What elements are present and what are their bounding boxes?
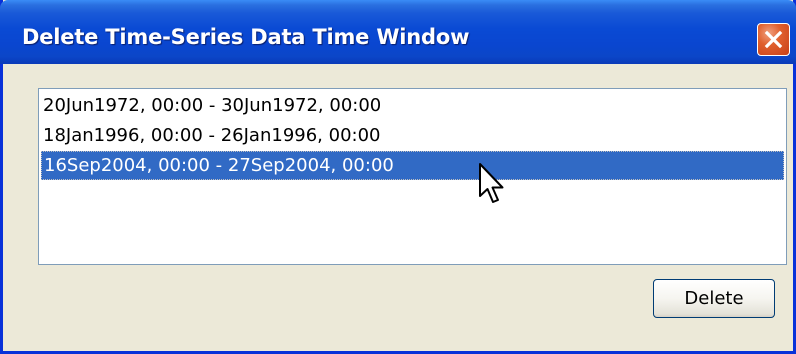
list-item-selected[interactable]: 16Sep2004, 00:00 - 27Sep2004, 00:00 — [41, 151, 784, 180]
list-item[interactable]: 18Jan1996, 00:00 - 26Jan1996, 00:00 — [41, 121, 784, 150]
window-title: Delete Time-Series Data Time Window — [22, 25, 470, 49]
time-window-list[interactable]: 20Jun1972, 00:00 - 30Jun1972, 00:00 18Ja… — [38, 88, 787, 265]
close-x-icon — [764, 30, 783, 49]
delete-button[interactable]: Delete — [653, 279, 775, 318]
close-button[interactable] — [757, 23, 790, 56]
list-item[interactable]: 20Jun1972, 00:00 - 30Jun1972, 00:00 — [41, 91, 784, 120]
title-bar[interactable]: Delete Time-Series Data Time Window — [0, 0, 796, 64]
dialog-window: Delete Time-Series Data Time Window 20Ju… — [0, 0, 796, 354]
